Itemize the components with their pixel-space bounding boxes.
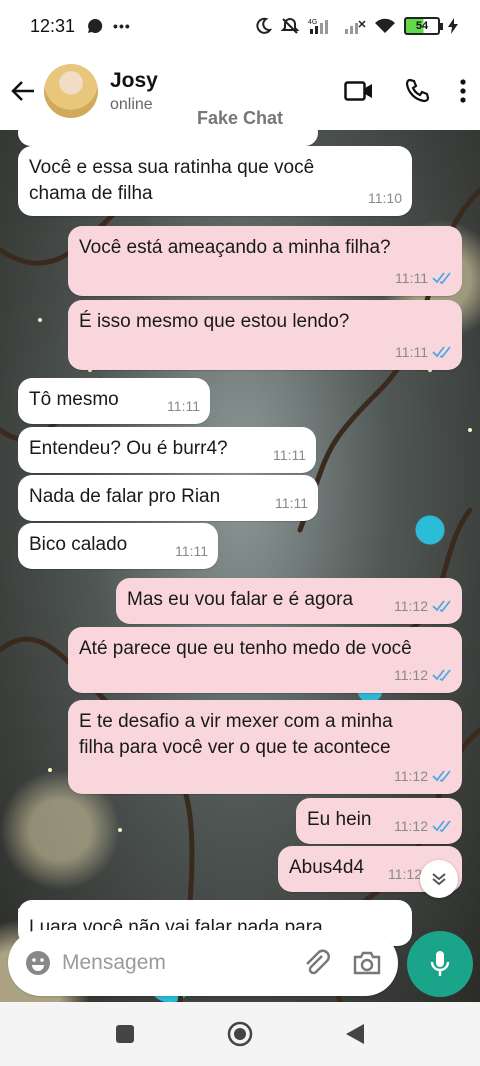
message-time: 11:12 — [394, 818, 428, 834]
message-bubble-outgoing[interactable]: Você está ameaçando a minha filha? 11:11 — [68, 226, 462, 296]
message-text: É isso mesmo que estou lendo? — [79, 311, 350, 332]
app-watermark-label: Fake Chat — [196, 108, 284, 128]
message-time: 11:12 — [388, 866, 422, 882]
emoji-icon[interactable] — [24, 949, 52, 977]
contact-info[interactable]: Josy online — [110, 69, 158, 114]
message-time: 11:11 — [395, 270, 428, 286]
message-time: 11:11 — [175, 543, 208, 559]
camera-icon[interactable] — [352, 950, 382, 976]
battery-icon: 54 — [404, 17, 443, 35]
message-bubble-incoming[interactable]: Você e essa sua ratinha que você chama d… — [18, 146, 412, 216]
message-text: Você está ameaçando a minha filha? — [79, 237, 391, 258]
message-time: 11:12 — [394, 667, 428, 683]
double-check-icon — [432, 272, 451, 284]
more-options-icon[interactable] — [460, 79, 466, 103]
battery-level: 54 — [415, 20, 429, 32]
double-check-icon — [432, 346, 451, 358]
message-time: 11:10 — [368, 190, 402, 206]
more-notifications-icon: ••• — [113, 18, 131, 34]
recent-apps-icon[interactable] — [115, 1024, 135, 1044]
chat-notification-icon — [88, 18, 103, 33]
message-bubble-incoming[interactable]: Tô mesmo 11:11 — [18, 378, 210, 424]
attachment-icon[interactable] — [302, 948, 332, 978]
message-time: 11:11 — [395, 344, 428, 360]
signal-icon — [345, 20, 366, 34]
contact-name: Josy — [110, 68, 158, 92]
message-bubble-outgoing[interactable]: Até parece que eu tenho medo de você 11:… — [68, 627, 462, 693]
message-bubble-outgoing[interactable]: E te desafio a vir mexer com a minha fil… — [68, 700, 462, 794]
do-not-disturb-icon — [256, 17, 272, 34]
double-check-icon — [432, 770, 451, 782]
mic-button[interactable] — [407, 931, 473, 997]
home-icon[interactable] — [227, 1021, 253, 1047]
message-text: Nada de falar pro Rian — [29, 486, 221, 507]
svg-text:4G: 4G — [308, 19, 317, 26]
message-text: E te desafio a vir mexer com a minha fil… — [79, 711, 393, 758]
message-input-bar[interactable]: Mensagem — [8, 930, 398, 996]
back-arrow-icon[interactable] — [10, 78, 36, 104]
scroll-to-bottom-button[interactable] — [420, 860, 458, 898]
signal-4g-icon: 4G — [308, 19, 328, 34]
double-check-icon — [432, 669, 451, 681]
chat-area[interactable]: Você e essa sua ratinha que você chama d… — [0, 130, 480, 1002]
mute-bell-icon — [280, 17, 300, 34]
message-time: 11:11 — [275, 495, 308, 511]
message-bubble-outgoing[interactable]: Mas eu vou falar e é agora 11:12 — [116, 578, 462, 624]
message-bubble-incoming[interactable]: Nada de falar pro Rian 11:11 — [18, 475, 318, 521]
message-text: Até parece que eu tenho medo de você — [79, 638, 412, 659]
message-bubble-incoming[interactable]: Entendeu? Ou é burr4? 11:11 — [18, 427, 316, 473]
status-time: 12:31 — [30, 15, 76, 36]
message-text: Você e essa sua ratinha que você chama d… — [29, 157, 315, 204]
status-bar: 12:31 ••• 4G 54 — [0, 0, 480, 52]
wifi-icon — [375, 18, 395, 33]
message-time: 11:12 — [394, 598, 428, 614]
system-nav-bar — [0, 1002, 480, 1066]
message-bubble-outgoing[interactable]: Eu hein 11:12 — [296, 798, 462, 844]
chevron-double-down-icon — [432, 873, 446, 886]
double-check-icon — [432, 600, 451, 612]
message-time: 11:12 — [394, 768, 428, 784]
message-bubble-partial-top — [18, 130, 318, 146]
charging-icon — [448, 18, 458, 34]
message-time: 11:11 — [167, 398, 200, 414]
double-check-icon — [432, 820, 451, 832]
voice-call-icon[interactable] — [404, 78, 430, 104]
video-call-icon[interactable] — [344, 80, 374, 102]
microphone-icon — [430, 951, 450, 976]
message-time: 11:11 — [273, 447, 306, 463]
message-bubble-incoming[interactable]: Bico calado 11:11 — [18, 523, 218, 569]
back-nav-icon[interactable] — [345, 1023, 365, 1045]
message-text: Entendeu? Ou é burr4? — [29, 438, 228, 459]
message-input[interactable]: Mensagem — [62, 951, 302, 975]
message-bubble-outgoing[interactable]: É isso mesmo que estou lendo? 11:11 — [68, 300, 462, 370]
